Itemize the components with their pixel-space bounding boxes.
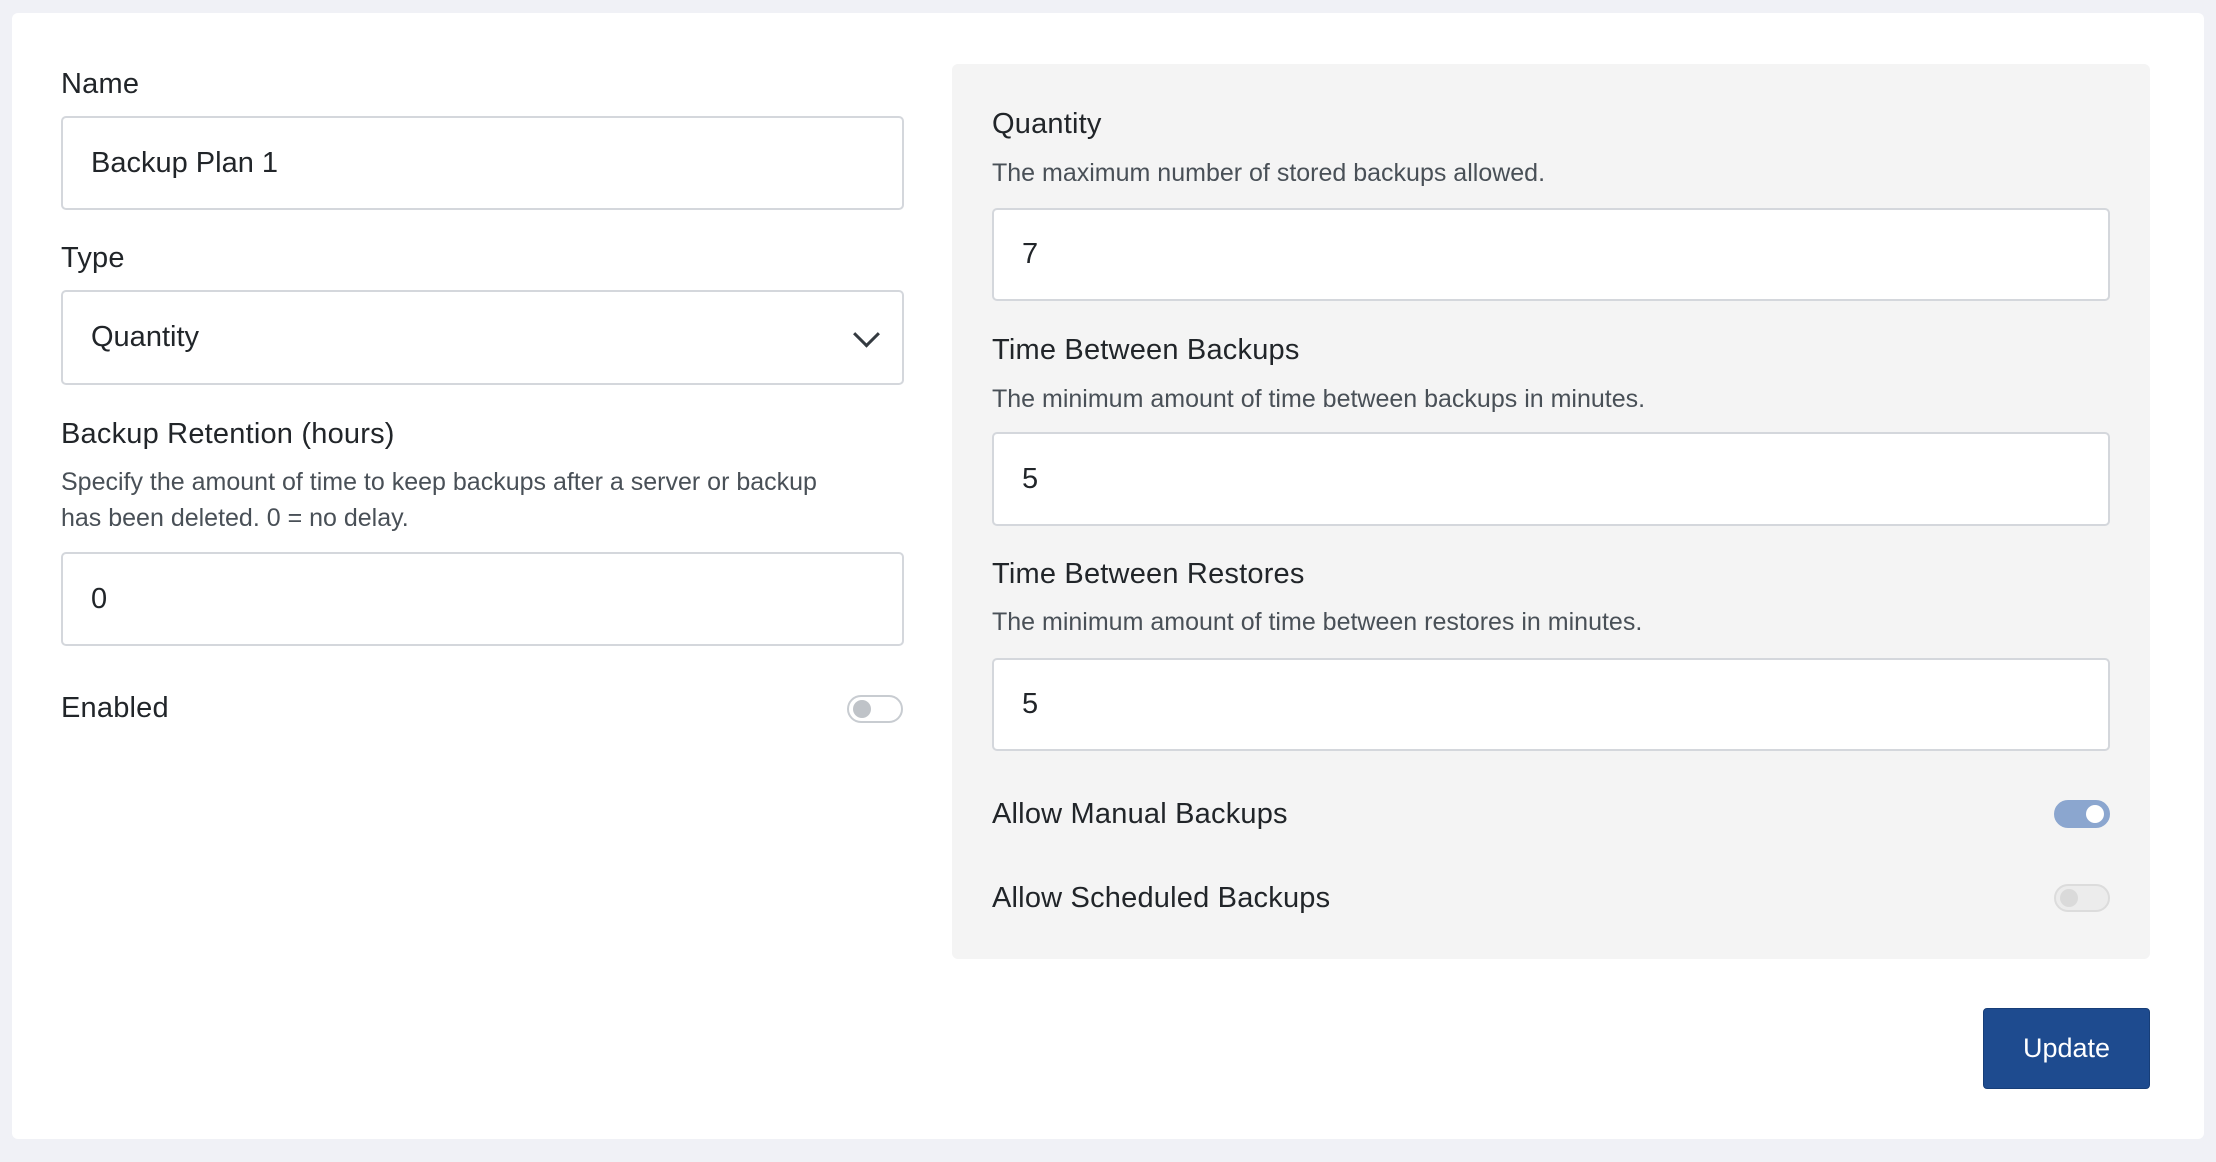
- type-label: Type: [61, 242, 125, 274]
- time-between-restores-value: 5: [1022, 688, 1039, 720]
- toggle-knob: [2086, 805, 2104, 823]
- chevron-down-icon: [853, 320, 880, 348]
- time-between-restores-label: Time Between Restores: [992, 558, 1305, 590]
- allow-scheduled-backups-label: Allow Scheduled Backups: [992, 882, 1331, 914]
- quantity-label: Quantity: [992, 108, 1102, 140]
- name-input-value: Backup Plan 1: [91, 146, 279, 179]
- retention-help-line2: has been deleted. 0 = no delay.: [61, 504, 409, 532]
- type-select-value: Quantity: [91, 321, 199, 353]
- quantity-help: The maximum number of stored backups all…: [992, 159, 1546, 187]
- retention-help-line1: Specify the amount of time to keep backu…: [61, 468, 817, 496]
- time-between-restores-help: The minimum amount of time between resto…: [992, 608, 1643, 636]
- name-label: Name: [61, 68, 140, 100]
- name-input[interactable]: Backup Plan 1: [61, 116, 904, 210]
- toggle-knob: [853, 700, 871, 718]
- allow-manual-backups-label: Allow Manual Backups: [992, 798, 1288, 830]
- retention-input-value: 0: [91, 582, 108, 615]
- time-between-backups-help: The minimum amount of time between backu…: [992, 385, 1646, 413]
- time-between-backups-label: Time Between Backups: [992, 334, 1300, 366]
- type-select[interactable]: Quantity: [61, 290, 904, 385]
- update-button[interactable]: Update: [1983, 1008, 2150, 1089]
- time-between-restores-input[interactable]: 5: [992, 658, 2110, 751]
- allow-scheduled-backups-toggle[interactable]: [2054, 884, 2110, 912]
- allow-manual-backups-toggle[interactable]: [2054, 800, 2110, 828]
- retention-label: Backup Retention (hours): [61, 418, 395, 450]
- retention-input[interactable]: 0: [61, 552, 904, 646]
- quantity-input[interactable]: 7: [992, 208, 2110, 301]
- time-between-backups-value: 5: [1022, 462, 1039, 495]
- enabled-label: Enabled: [61, 692, 169, 724]
- time-between-backups-input[interactable]: 5: [992, 432, 2110, 526]
- quantity-input-value: 7: [1022, 238, 1039, 270]
- toggle-knob: [2060, 889, 2078, 907]
- enabled-toggle[interactable]: [847, 695, 903, 723]
